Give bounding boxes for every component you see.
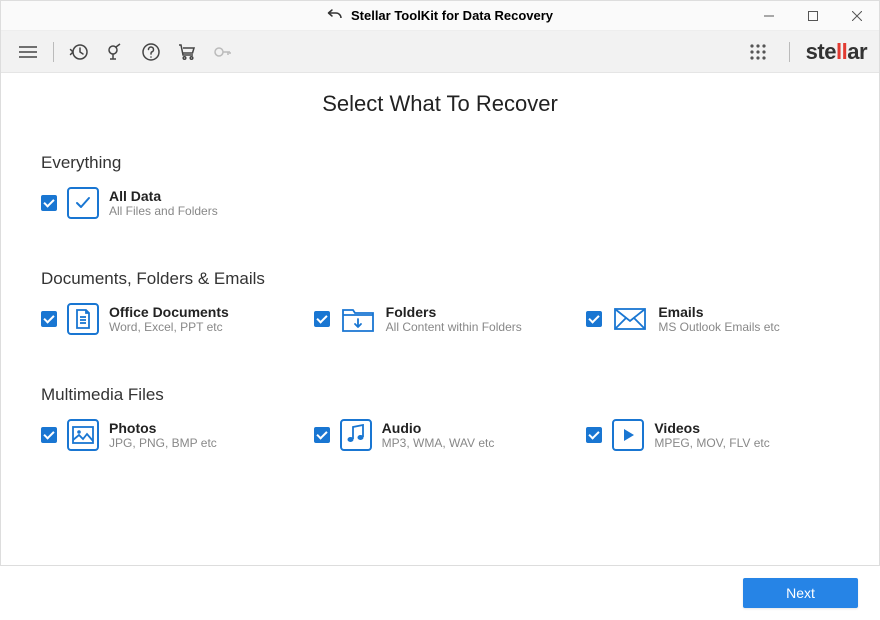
option-title: Office Documents: [109, 304, 229, 320]
option-subtitle: Word, Excel, PPT etc: [109, 320, 229, 334]
option-subtitle: JPG, PNG, BMP etc: [109, 436, 217, 450]
menu-icon[interactable]: [13, 37, 43, 67]
audio-icon: [340, 419, 372, 451]
option-subtitle: All Files and Folders: [109, 204, 218, 218]
option-title: All Data: [109, 188, 218, 204]
option-subtitle: MPEG, MOV, FLV etc: [654, 436, 769, 450]
option-photos[interactable]: Photos JPG, PNG, BMP etc: [41, 419, 294, 451]
photo-icon: [67, 419, 99, 451]
option-title: Emails: [658, 304, 779, 320]
titlebar: Stellar ToolKit for Data Recovery: [1, 1, 879, 31]
email-icon: [612, 303, 648, 335]
separator-icon: [789, 42, 790, 62]
apps-icon[interactable]: [743, 37, 773, 67]
history-icon[interactable]: [64, 37, 94, 67]
toolbar: stellar: [1, 31, 879, 73]
cart-icon[interactable]: [172, 37, 202, 67]
option-emails[interactable]: Emails MS Outlook Emails etc: [586, 303, 839, 335]
alldata-icon: [67, 187, 99, 219]
page-title: Select What To Recover: [41, 91, 839, 117]
help-icon[interactable]: [136, 37, 166, 67]
key-icon[interactable]: [208, 37, 238, 67]
checkbox-office[interactable]: [41, 311, 57, 327]
checkbox-all-data[interactable]: [41, 195, 57, 211]
section-media-title: Multimedia Files: [41, 385, 839, 405]
section-docs-title: Documents, Folders & Emails: [41, 269, 839, 289]
lab-icon[interactable]: [100, 37, 130, 67]
separator-icon: [53, 42, 54, 62]
document-icon: [67, 303, 99, 335]
next-button[interactable]: Next: [743, 578, 858, 608]
undo-icon: [327, 7, 343, 24]
bottombar: Next: [0, 565, 880, 620]
option-audio[interactable]: Audio MP3, WMA, WAV etc: [314, 419, 567, 451]
option-office-documents[interactable]: Office Documents Word, Excel, PPT etc: [41, 303, 294, 335]
option-subtitle: All Content within Folders: [386, 320, 522, 334]
checkbox-audio[interactable]: [314, 427, 330, 443]
window-controls: [747, 1, 879, 31]
checkbox-videos[interactable]: [586, 427, 602, 443]
minimize-button[interactable]: [747, 1, 791, 31]
option-subtitle: MP3, WMA, WAV etc: [382, 436, 495, 450]
checkbox-emails[interactable]: [586, 311, 602, 327]
content-area: Select What To Recover Everything All Da…: [1, 73, 879, 511]
option-title: Audio: [382, 420, 495, 436]
option-title: Videos: [654, 420, 769, 436]
option-folders[interactable]: Folders All Content within Folders: [314, 303, 567, 335]
title-center: Stellar ToolKit for Data Recovery: [327, 7, 553, 24]
maximize-button[interactable]: [791, 1, 835, 31]
option-subtitle: MS Outlook Emails etc: [658, 320, 779, 334]
folder-icon: [340, 303, 376, 335]
video-icon: [612, 419, 644, 451]
option-videos[interactable]: Videos MPEG, MOV, FLV etc: [586, 419, 839, 451]
close-button[interactable]: [835, 1, 879, 31]
checkbox-photos[interactable]: [41, 427, 57, 443]
section-everything-title: Everything: [41, 153, 839, 173]
option-title: Photos: [109, 420, 217, 436]
option-title: Folders: [386, 304, 522, 320]
option-all-data[interactable]: All Data All Files and Folders: [41, 187, 218, 219]
app-title: Stellar ToolKit for Data Recovery: [351, 8, 553, 23]
checkbox-folders[interactable]: [314, 311, 330, 327]
brand-logo: stellar: [806, 39, 867, 65]
